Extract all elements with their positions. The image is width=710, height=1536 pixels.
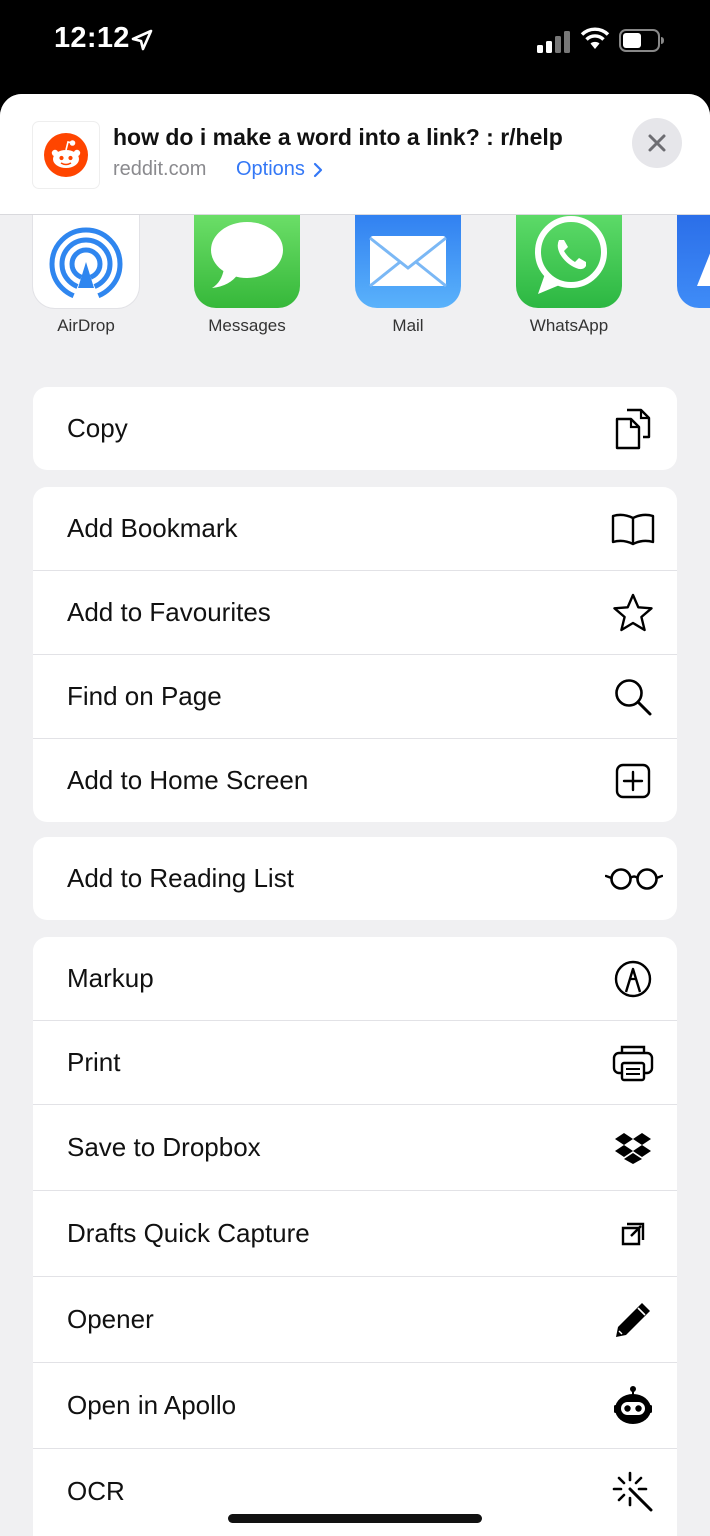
apollo-icon (611, 1384, 655, 1428)
partial-app-icon (677, 210, 710, 308)
app-label: WhatsApp (529, 316, 609, 335)
actions-group-extensions: Markup Print Save to Dropbox Drafts Quic… (33, 937, 677, 1536)
drafts-icon (611, 1212, 655, 1256)
whatsapp-icon (516, 210, 622, 308)
action-label: Add Bookmark (67, 513, 238, 543)
action-label: Markup (67, 963, 154, 993)
action-markup[interactable]: Markup (33, 937, 677, 1021)
status-bar: 12:12 (0, 0, 710, 94)
action-label: OCR (67, 1476, 125, 1506)
action-label: Add to Home Screen (67, 765, 309, 795)
app-airdrop[interactable]: AirDrop (33, 210, 139, 336)
pencil-icon (611, 1298, 655, 1342)
action-label: Save to Dropbox (67, 1132, 261, 1162)
options-label: Options (236, 158, 305, 180)
action-open-in-apollo[interactable]: Open in Apollo (33, 1363, 677, 1449)
book-icon (611, 507, 655, 551)
close-button[interactable] (632, 118, 682, 168)
plus-square-icon (611, 759, 655, 803)
status-time: 12:12 (54, 22, 130, 54)
action-label: Opener (67, 1304, 154, 1334)
share-apps-row: AirDrop Messages Mail WhatsApp (0, 210, 710, 354)
share-header: how do i make a word into a link? : r/he… (0, 94, 710, 215)
action-label: Copy (67, 413, 128, 443)
markup-icon (611, 957, 655, 1001)
cellular-signal-icon (537, 31, 570, 53)
share-page-title: how do i make a word into a link? : r/he… (113, 124, 563, 150)
app-label: S (677, 316, 710, 336)
actions-group-copy: Copy (33, 387, 677, 470)
chevron-right-icon (313, 162, 323, 177)
app-partial[interactable]: S (677, 210, 710, 336)
action-label: Print (67, 1047, 121, 1077)
mail-icon (355, 210, 461, 308)
star-icon (611, 591, 655, 635)
home-indicator[interactable] (228, 1514, 482, 1523)
action-add-to-home-screen[interactable]: Add to Home Screen (33, 739, 677, 822)
actions-group-bookmarks: Add Bookmark Add to Favourites Find on P… (33, 487, 677, 822)
app-label: AirDrop (57, 316, 115, 335)
app-label: Mail (392, 316, 424, 335)
action-label: Find on Page (67, 681, 222, 711)
search-icon (611, 675, 655, 719)
airdrop-icon (33, 210, 139, 308)
action-add-to-reading-list[interactable]: Add to Reading List (33, 837, 677, 920)
share-domain: reddit.com (113, 158, 207, 180)
copy-icon (611, 407, 655, 451)
location-arrow-icon (131, 29, 153, 51)
magic-wand-icon (611, 1470, 655, 1514)
action-save-to-dropbox[interactable]: Save to Dropbox (33, 1105, 677, 1191)
action-label: Add to Favourites (67, 597, 271, 627)
action-label: Open in Apollo (67, 1390, 237, 1420)
app-label: Messages (208, 316, 286, 335)
action-print[interactable]: Print (33, 1021, 677, 1105)
actions-group-reading-list: Add to Reading List (33, 837, 677, 920)
action-add-bookmark[interactable]: Add Bookmark (33, 487, 677, 571)
action-label: Drafts Quick Capture (67, 1218, 310, 1248)
close-icon (648, 134, 666, 152)
app-messages[interactable]: Messages (194, 210, 300, 336)
app-whatsapp[interactable]: WhatsApp (516, 210, 622, 336)
action-label: Add to Reading List (67, 863, 294, 893)
app-mail[interactable]: Mail (355, 210, 461, 336)
messages-icon (194, 210, 300, 308)
reddit-logo-icon (33, 122, 99, 188)
options-link[interactable]: Options (236, 158, 323, 181)
action-opener[interactable]: Opener (33, 1277, 677, 1363)
share-sheet: how do i make a word into a link? : r/he… (0, 94, 710, 1536)
action-add-to-favourites[interactable]: Add to Favourites (33, 571, 677, 655)
action-copy[interactable]: Copy (33, 387, 677, 470)
glasses-icon (605, 857, 663, 901)
printer-icon (611, 1041, 655, 1085)
wifi-icon (580, 27, 610, 49)
action-drafts-quick-capture[interactable]: Drafts Quick Capture (33, 1191, 677, 1277)
dropbox-icon (611, 1126, 655, 1170)
action-find-on-page[interactable]: Find on Page (33, 655, 677, 739)
battery-icon (619, 29, 664, 52)
